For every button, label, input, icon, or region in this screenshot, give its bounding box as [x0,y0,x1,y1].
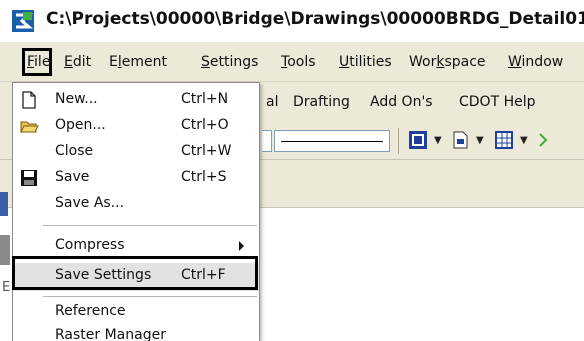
tool-palette-fragment [0,235,10,265]
table-icon[interactable] [494,130,514,150]
menu-tools[interactable]: Tools [281,54,316,70]
toolbar-item-cdot-help[interactable]: CDOT Help [459,94,536,110]
line-style-select[interactable] [274,130,390,152]
tool-palette-fragment: E [2,280,11,295]
menu-item-shortcut: Ctrl+O [181,117,229,133]
chevron-down-icon[interactable]: ▼ [520,135,528,146]
menu-item-label: Close [55,143,94,159]
menu-item-label: Compress [55,237,125,253]
toolbar-item-partial[interactable]: al [266,94,278,110]
level-icon[interactable] [408,130,428,150]
file-menu-dropdown: New... Ctrl+N Open... Ctrl+O Close Ctrl+… [12,82,260,341]
menu-workspace[interactable]: Workspace [409,54,486,70]
menu-item-save-as[interactable]: Save As... [13,191,259,217]
menu-item-label: Open... [55,117,106,133]
menu-item-shortcut: Ctrl+N [181,91,229,107]
menu-item-new[interactable]: New... Ctrl+N [13,87,259,113]
menu-item-open[interactable]: Open... Ctrl+O [13,113,259,139]
microstation-app-icon [12,10,34,32]
menu-bar: File Edit Element Settings Tools Utiliti… [0,42,584,82]
menu-settings[interactable]: Settings [201,54,258,70]
menu-separator [43,225,257,226]
menu-item-save[interactable]: Save Ctrl+S [13,165,259,191]
menu-separator [43,296,257,297]
submenu-arrow-icon [239,241,244,251]
menu-item-label: New... [55,91,98,107]
file-menu-highlight-box [22,48,52,76]
menu-item-raster-manager[interactable]: Raster Manager [13,323,259,341]
new-document-icon [22,91,36,109]
menu-item-shortcut: Ctrl+W [181,143,232,159]
window-title: C:\Projects\00000\Bridge\Drawings\00000B… [46,9,584,29]
text-style-icon[interactable] [450,130,470,150]
chevron-down-icon[interactable]: ▼ [434,135,442,146]
menu-item-label: Save [55,169,90,185]
chevron-down-icon[interactable]: ▼ [476,135,484,146]
line-weight-select[interactable] [262,130,272,152]
menu-edit[interactable]: Edit [64,54,91,70]
menu-item-reference[interactable]: Reference [13,299,259,325]
tool-palette-fragment [0,192,8,216]
toolbar-item-add-ons[interactable]: Add On's [370,94,433,110]
window-titlebar: C:\Projects\00000\Bridge\Drawings\00000B… [0,0,584,42]
toolbar-item-drafting[interactable]: Drafting [293,94,350,110]
menu-item-label: Reference [55,303,126,319]
menu-window[interactable]: Window [508,54,563,70]
floppy-disk-icon [21,170,37,186]
menu-item-label: Raster Manager [55,327,166,341]
toolbar-separator [398,128,399,154]
menu-item-shortcut: Ctrl+S [181,169,227,185]
menu-item-close[interactable]: Close Ctrl+W [13,139,259,165]
menu-utilities[interactable]: Utilities [339,54,392,70]
partial-toolbar-icon[interactable] [536,130,556,150]
open-folder-icon [20,121,39,133]
menu-element[interactable]: Element [109,54,167,70]
save-settings-highlight-box [12,256,258,290]
menu-item-label: Save As... [55,195,125,211]
